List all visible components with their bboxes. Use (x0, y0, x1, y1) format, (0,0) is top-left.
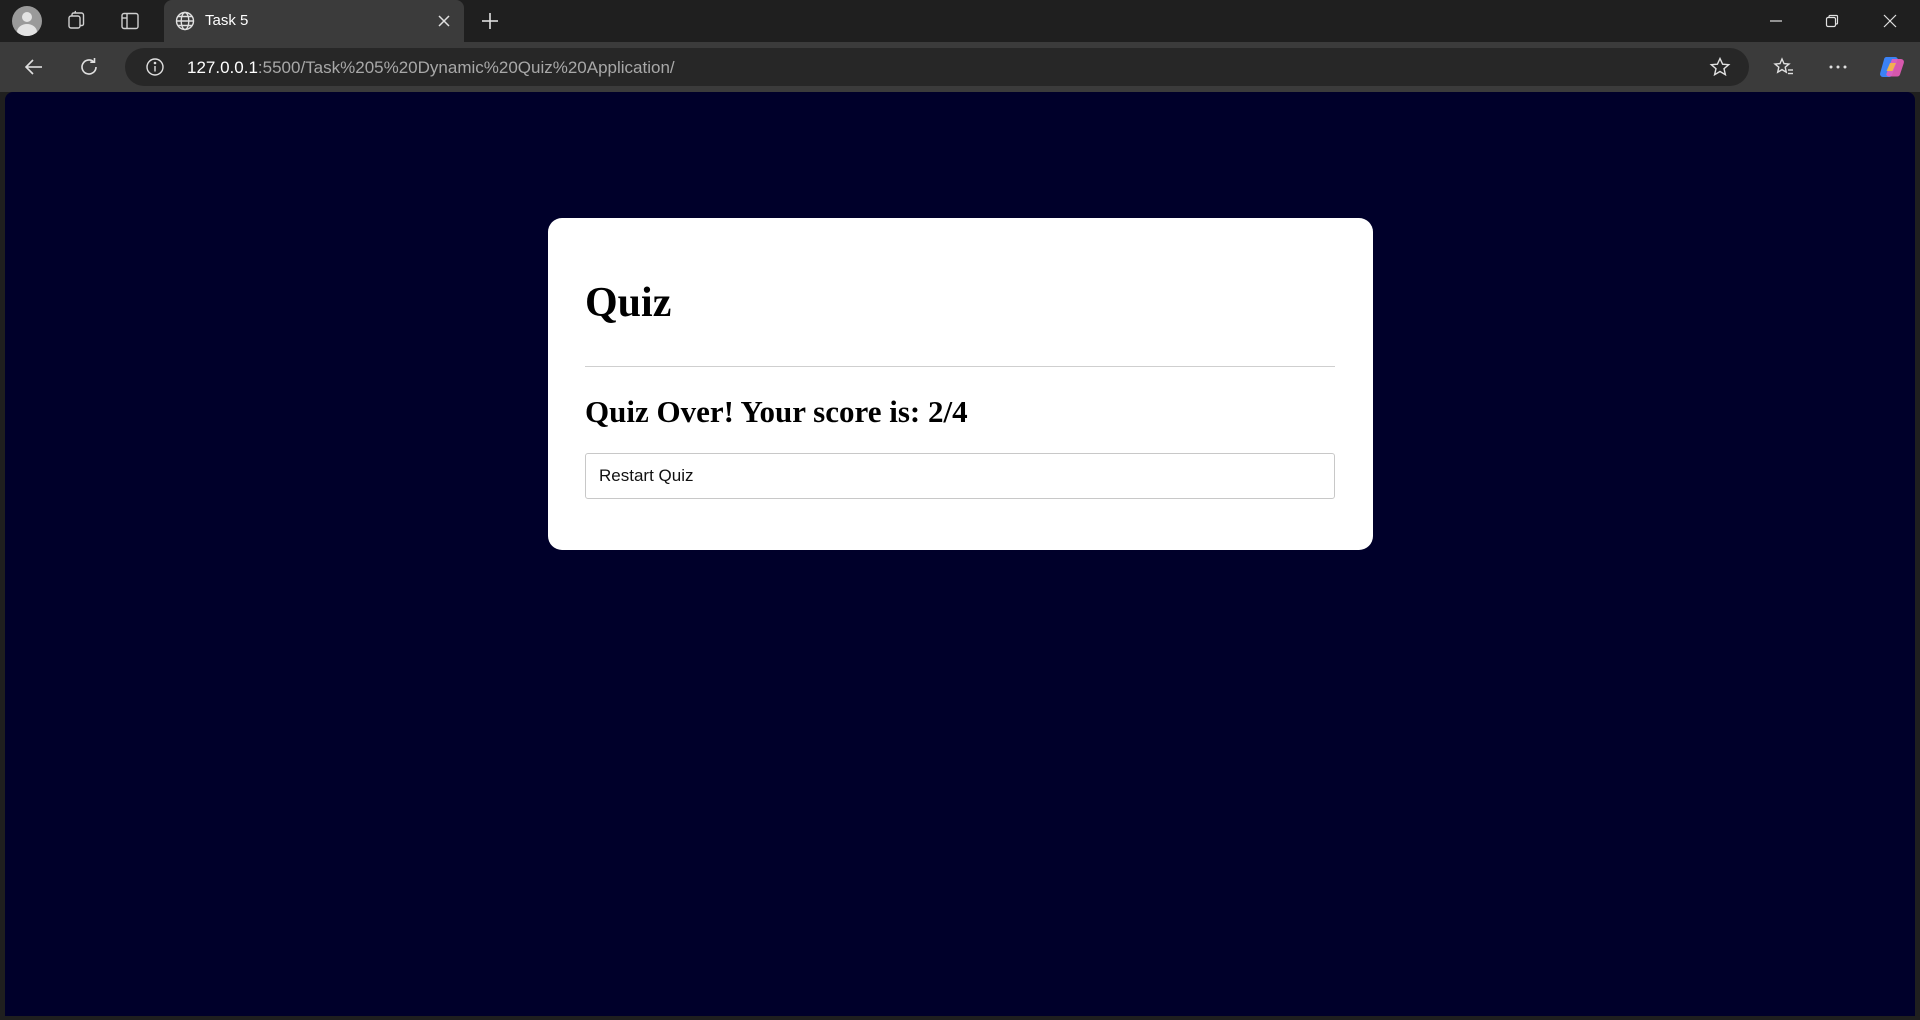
restart-quiz-button[interactable]: Restart Quiz (585, 453, 1335, 499)
browser-tab-bar: Task 5 (0, 0, 1920, 42)
minimize-icon[interactable] (1748, 0, 1804, 42)
close-icon[interactable] (432, 9, 456, 33)
page-viewport: Quiz Quiz Over! Your score is: 2/4 Resta… (5, 92, 1915, 1016)
tab-actions-icon[interactable] (114, 5, 146, 37)
globe-icon (175, 11, 195, 31)
tab-title: Task 5 (205, 12, 249, 29)
url-host: 127.0.0.1 (187, 58, 258, 77)
page-title: Quiz (585, 280, 672, 326)
window-close-icon[interactable] (1862, 0, 1918, 42)
score-result: Quiz Over! Your score is: 2/4 (585, 394, 968, 429)
more-icon[interactable] (1822, 51, 1854, 83)
favorites-icon[interactable] (1768, 51, 1800, 83)
copilot-icon[interactable] (1876, 51, 1908, 83)
info-icon[interactable] (145, 57, 165, 77)
profile-icon[interactable] (11, 5, 43, 37)
plus-icon[interactable] (474, 5, 506, 37)
workspaces-icon[interactable] (61, 5, 93, 37)
restore-icon[interactable] (1804, 0, 1860, 42)
active-tab[interactable]: Task 5 (164, 0, 464, 42)
star-icon[interactable] (1709, 56, 1731, 78)
browser-toolbar: 127.0.0.1:5500/Task%205%20Dynamic%20Quiz… (0, 42, 1920, 92)
back-icon[interactable] (18, 51, 50, 83)
url-path: :5500/Task%205%20Dynamic%20Quiz%20Applic… (257, 58, 675, 77)
address-bar[interactable]: 127.0.0.1:5500/Task%205%20Dynamic%20Quiz… (125, 48, 1749, 86)
divider (585, 366, 1335, 367)
quiz-card: Quiz Quiz Over! Your score is: 2/4 Resta… (548, 218, 1373, 550)
reload-icon[interactable] (73, 51, 105, 83)
url-text[interactable]: 127.0.0.1:5500/Task%205%20Dynamic%20Quiz… (187, 58, 675, 78)
